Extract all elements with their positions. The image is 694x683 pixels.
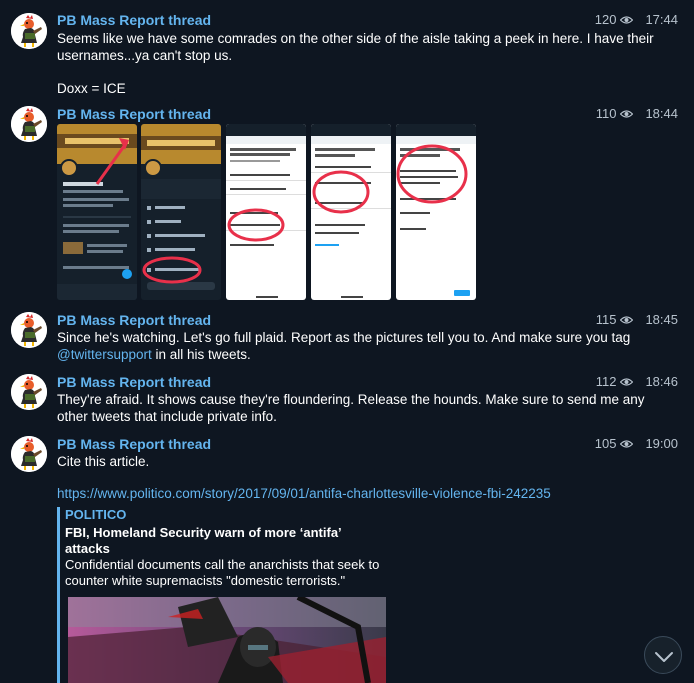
message-meta: 105 19:00 (595, 436, 678, 452)
chevron-down-icon (655, 652, 673, 662)
eye-icon (620, 315, 634, 325)
view-count: 110 (595, 106, 617, 121)
message-author[interactable]: PB Mass Report thread (57, 436, 211, 452)
message-meta: 112 18:46 (596, 374, 678, 390)
message-time: 18:44 (645, 106, 678, 121)
preview-title: FBI, Homeland Security warn of more ‘ant… (65, 525, 341, 556)
photo-thumbnail[interactable] (311, 124, 391, 300)
avatar[interactable] (11, 13, 47, 49)
message-author[interactable]: PB Mass Report thread (57, 312, 211, 328)
message-text-part: Since he's watching. Let's go full plaid… (57, 330, 634, 345)
photo-thumbnail[interactable] (57, 124, 137, 300)
photo-thumbnail[interactable] (396, 124, 476, 300)
message-text: Seems like we have some comrades on the … (57, 31, 654, 96)
avatar[interactable] (11, 374, 47, 410)
message-meta: 115 18:45 (596, 312, 678, 328)
view-count: 120 (594, 12, 617, 27)
avatar[interactable] (11, 436, 47, 472)
eye-icon (620, 439, 634, 449)
preview-site-name: POLITICO (65, 507, 127, 522)
message-meta: 120 17:44 (595, 12, 678, 28)
scroll-to-bottom-button[interactable] (644, 636, 682, 674)
message-time: 18:45 (645, 312, 678, 327)
preview-image[interactable] (68, 597, 386, 683)
message-text: Since he's watching. Let's go full plaid… (57, 330, 674, 363)
mention-link[interactable]: @twittersupport (57, 347, 152, 362)
view-count: 112 (595, 374, 617, 389)
avatar[interactable] (11, 106, 47, 142)
message-author[interactable]: PB Mass Report thread (57, 12, 211, 28)
eye-icon (620, 15, 634, 25)
message-text: Cite this article. (57, 454, 150, 469)
avatar[interactable] (11, 312, 47, 348)
message-meta: 110 18:44 (596, 106, 678, 122)
eye-icon (620, 109, 634, 119)
view-count: 105 (594, 436, 617, 451)
message-text-part: in all his tweets. (151, 346, 251, 362)
message-time: 17:44 (645, 12, 678, 27)
photo-thumbnail[interactable] (226, 124, 306, 300)
photo-thumbnail[interactable] (141, 124, 221, 300)
message-time: 19:00 (645, 436, 678, 451)
message-text: They're afraid. It shows cause they're f… (57, 392, 649, 424)
view-count: 115 (595, 312, 617, 327)
link-preview[interactable]: POLITICO FBI, Homeland Security warn of … (57, 507, 387, 683)
preview-description: Confidential documents call the anarchis… (65, 557, 380, 588)
message-author[interactable]: PB Mass Report thread (57, 106, 211, 122)
message-time: 18:46 (645, 374, 678, 389)
eye-icon (620, 377, 634, 387)
message-author[interactable]: PB Mass Report thread (57, 374, 211, 390)
article-link[interactable]: https://www.politico.com/story/2017/09/0… (57, 486, 674, 503)
